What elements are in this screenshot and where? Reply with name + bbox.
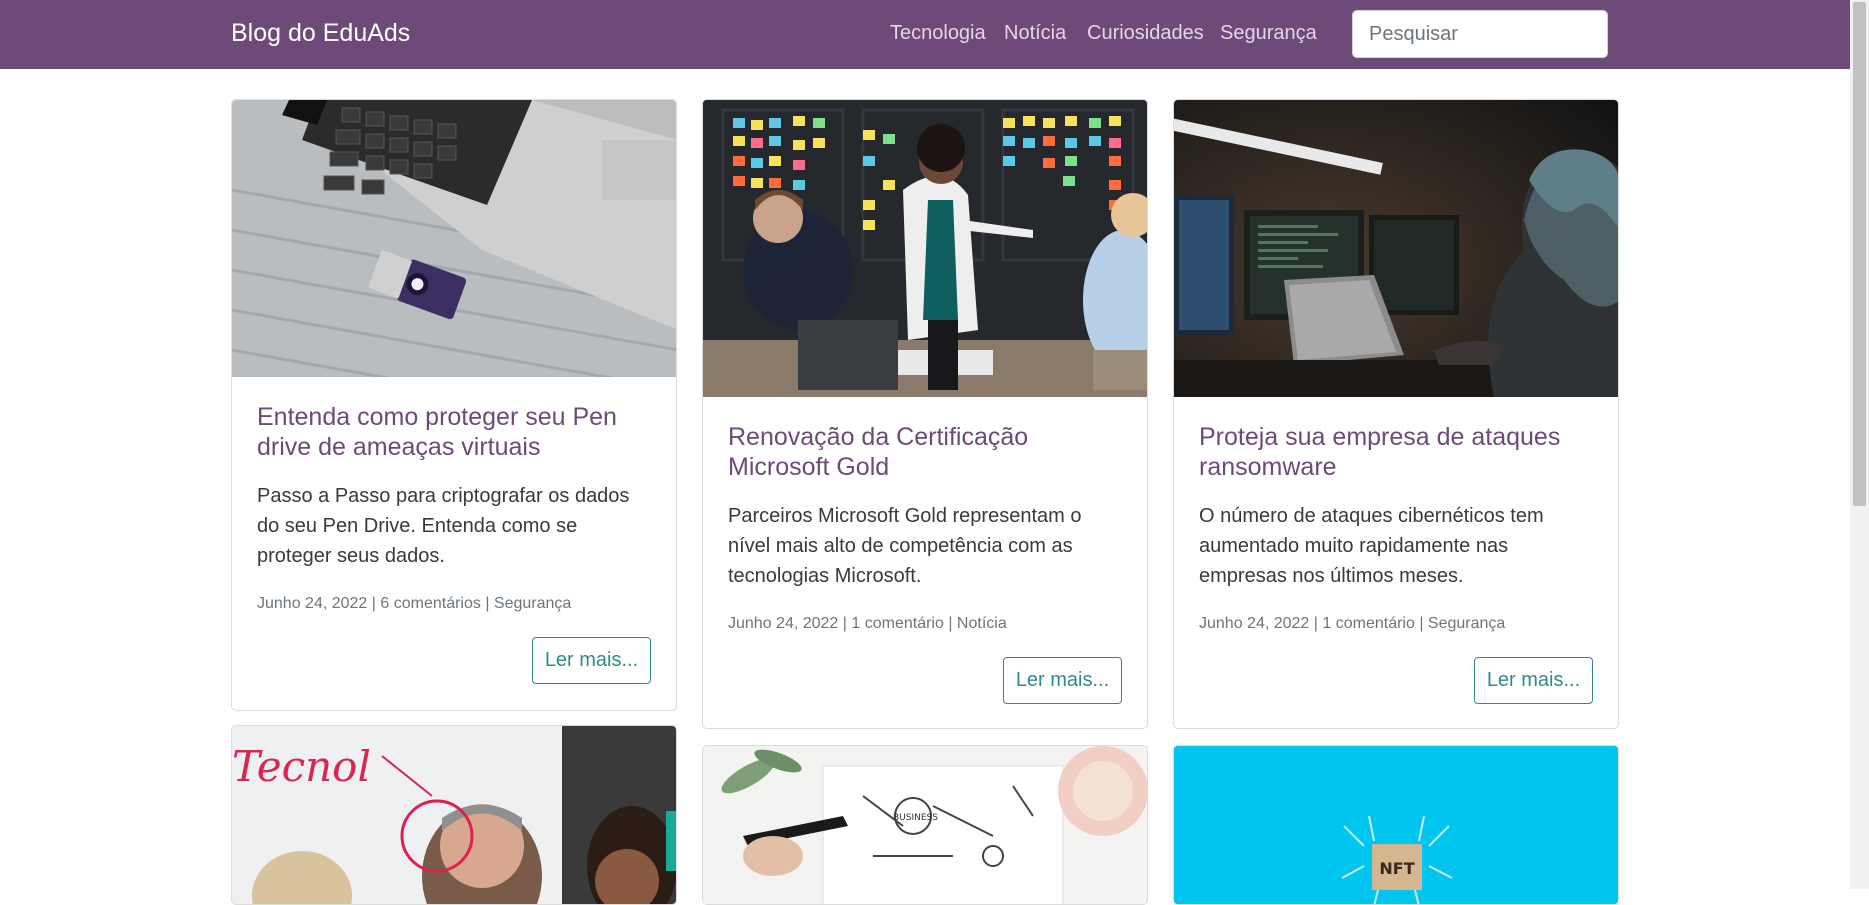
- search-input[interactable]: [1352, 10, 1608, 58]
- page-scrollbar[interactable]: [1850, 0, 1869, 889]
- post-comments[interactable]: 1 comentário: [1322, 615, 1415, 632]
- meta-separator: |: [943, 615, 957, 632]
- post-comments[interactable]: 6 comentários: [380, 595, 481, 612]
- post-comments[interactable]: 1 comentário: [851, 615, 944, 632]
- post-meta: Junho 24, 2022 | 1 comentário | Seguranç…: [1199, 615, 1505, 633]
- post-image-nft[interactable]: NFT: [1174, 746, 1618, 904]
- brand-logo[interactable]: Blog do EduAds: [231, 19, 410, 48]
- post-image-ransomware[interactable]: [1174, 100, 1618, 397]
- post-image-business[interactable]: BUSINESS: [703, 746, 1147, 904]
- post-card-pendrive: Entenda como proteger seu Pen drive de a…: [231, 99, 677, 711]
- read-more-button[interactable]: Ler mais...: [1003, 657, 1122, 704]
- meta-separator: |: [838, 615, 852, 632]
- nft-chip-image: NFT: [1174, 746, 1618, 904]
- pendrive-laptop-image: [232, 100, 676, 377]
- post-date: Junho 24, 2022: [728, 615, 839, 632]
- post-image-teamwork[interactable]: Tecnol: [232, 726, 676, 904]
- handwriting-text: Tecnol: [232, 742, 371, 791]
- post-date: Junho 24, 2022: [257, 595, 368, 612]
- post-title[interactable]: Renovação da Certificação Microsoft Gold: [728, 422, 1123, 482]
- post-image-pendrive[interactable]: [232, 100, 676, 377]
- meeting-image: [703, 100, 1147, 397]
- post-title[interactable]: Proteja sua empresa de ataques ransomwar…: [1199, 422, 1594, 482]
- post-card-nft: NFT: [1173, 745, 1619, 905]
- nav-link-curiosidades[interactable]: Curiosidades: [1087, 22, 1204, 45]
- nav-link-tecnologia[interactable]: Tecnologia: [890, 22, 986, 45]
- read-more-button[interactable]: Ler mais...: [532, 637, 651, 684]
- nav-link-noticia[interactable]: Notícia: [1004, 22, 1066, 45]
- post-meta: Junho 24, 2022 | 6 comentários | Seguran…: [257, 595, 571, 613]
- post-date: Junho 24, 2022: [1199, 615, 1310, 632]
- post-meta: Junho 24, 2022 | 1 comentário | Notícia: [728, 615, 1007, 633]
- post-category[interactable]: Segurança: [1428, 615, 1505, 632]
- read-more-button[interactable]: Ler mais...: [1474, 657, 1593, 704]
- post-image-meeting[interactable]: [703, 100, 1147, 397]
- whiteboard-team-image: Tecnol: [232, 726, 676, 904]
- post-category[interactable]: Segurança: [494, 595, 571, 612]
- navbar: Blog do EduAds Tecnologia Notícia Curios…: [0, 0, 1869, 69]
- meta-separator: |: [480, 595, 494, 612]
- meta-separator: |: [1309, 615, 1323, 632]
- meta-separator: |: [367, 595, 381, 612]
- post-excerpt: Passo a Passo para criptografar os dados…: [257, 485, 630, 567]
- post-card-teamwork: Tecnol: [231, 725, 677, 905]
- post-title[interactable]: Entenda como proteger seu Pen drive de a…: [257, 402, 652, 462]
- post-excerpt: Parceiros Microsoft Gold representam o n…: [728, 505, 1082, 587]
- post-category[interactable]: Notícia: [957, 615, 1007, 632]
- business-sketch-image: BUSINESS: [703, 746, 1147, 904]
- meta-separator: |: [1414, 615, 1428, 632]
- sketch-label: BUSINESS: [893, 813, 938, 823]
- post-card-microsoft-gold: Renovação da Certificação Microsoft Gold…: [702, 99, 1148, 729]
- scrollbar-thumb[interactable]: [1853, 2, 1866, 506]
- nft-label: NFT: [1379, 859, 1414, 878]
- nav-link-seguranca[interactable]: Segurança: [1220, 22, 1317, 45]
- post-excerpt: O número de ataques cibernéticos tem aum…: [1199, 505, 1544, 587]
- post-card-ransomware: Proteja sua empresa de ataques ransomwar…: [1173, 99, 1619, 729]
- hacker-monitors-image: [1174, 100, 1618, 397]
- post-card-business: BUSINESS: [702, 745, 1148, 905]
